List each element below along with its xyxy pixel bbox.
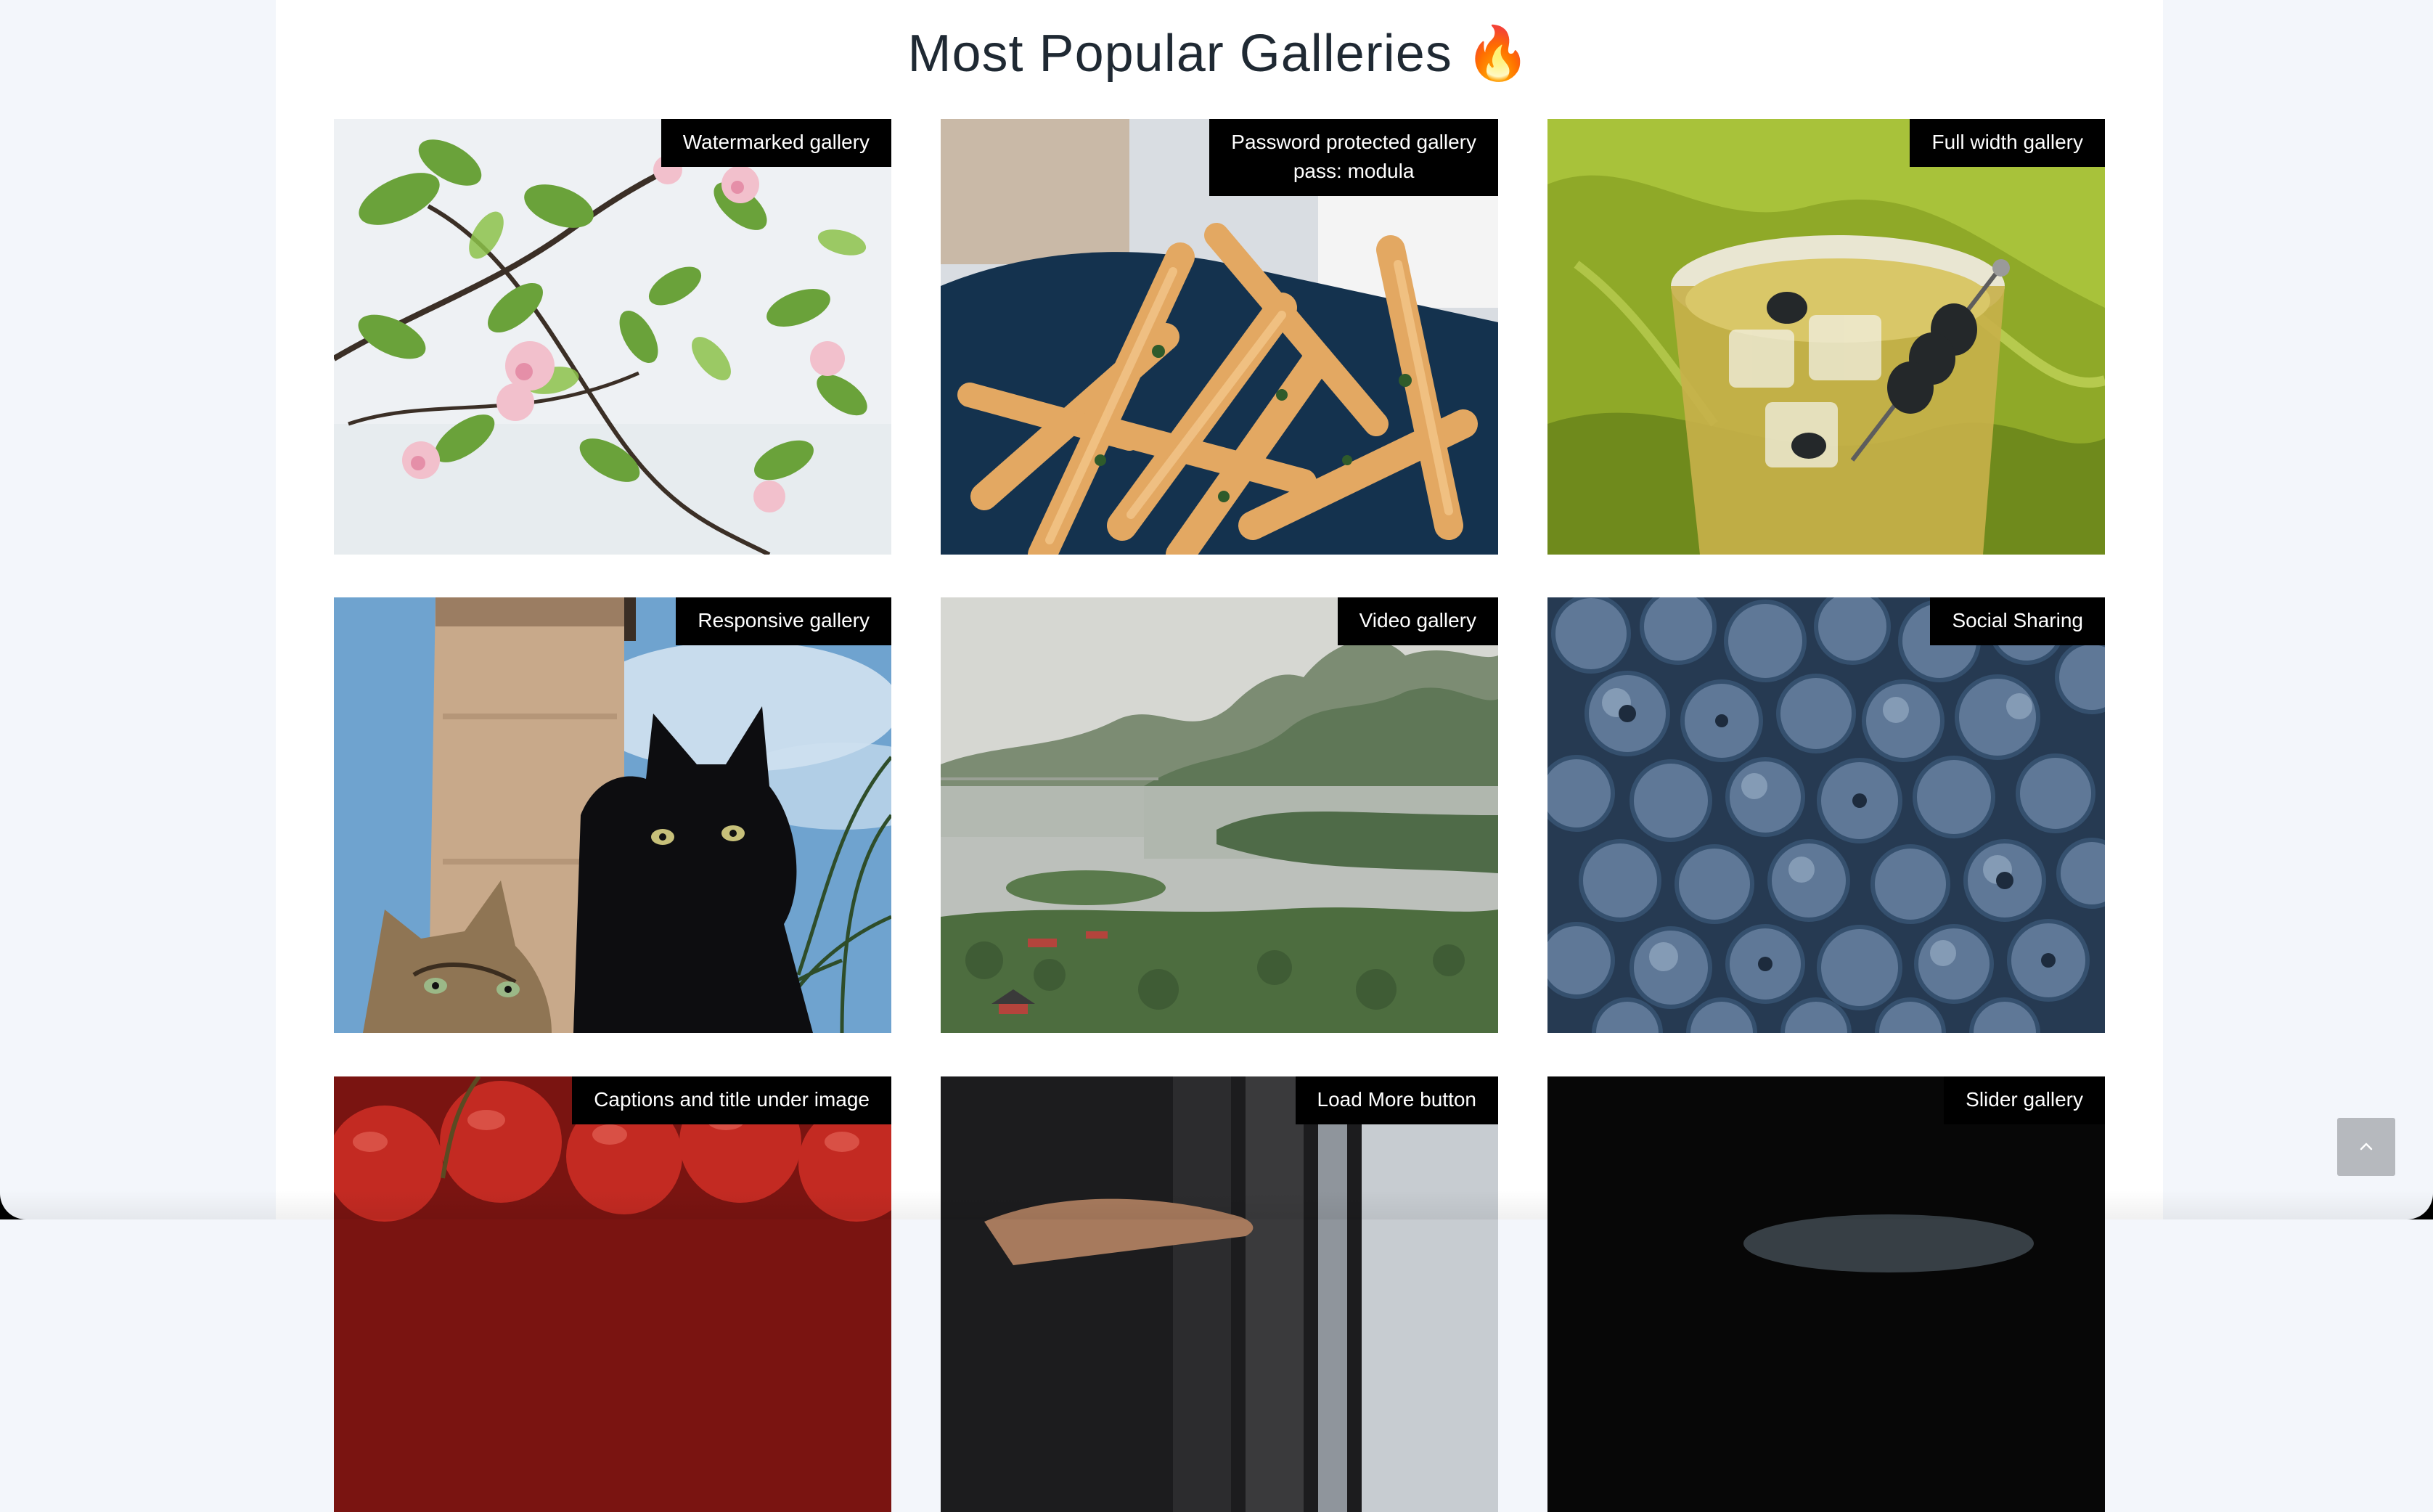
gallery-card-watermarked[interactable]: Watermarked gallery	[334, 119, 891, 555]
gallery-card-responsive[interactable]: Responsive gallery	[334, 597, 891, 1033]
gallery-card-password-protected[interactable]: Password protected gallery pass: modula	[941, 119, 1498, 555]
section-title: Most Popular Galleries 🔥	[276, 20, 2163, 87]
gallery-card-slider[interactable]: Slider gallery	[1547, 1076, 2105, 1512]
gallery-card-load-more[interactable]: Load More button	[941, 1076, 1498, 1512]
cherries-image	[334, 1076, 891, 1512]
back-to-top-button[interactable]	[2337, 1118, 2395, 1176]
gallery-card-social-sharing[interactable]: Social Sharing	[1547, 597, 2105, 1033]
page-background: Most Popular Galleries 🔥 Watermarked gal…	[0, 0, 2433, 1512]
cats-image	[334, 597, 891, 1033]
lake-landscape-image	[941, 597, 1498, 1033]
gallery-card-full-width[interactable]: Full width gallery	[1547, 119, 2105, 555]
content-panel: Most Popular Galleries 🔥 Watermarked gal…	[276, 0, 2163, 1512]
gallery-card-captions-title[interactable]: Captions and title under image	[334, 1076, 891, 1512]
window-corner-right	[2407, 1193, 2433, 1219]
gallery-tag[interactable]: Video gallery	[1337, 597, 1498, 645]
section-title-text: Most Popular Galleries	[907, 25, 1452, 83]
gallery-tag[interactable]: Captions and title under image	[572, 1076, 891, 1124]
blueberries-image	[1547, 597, 2105, 1033]
gallery-tag[interactable]: Slider gallery	[1944, 1076, 2105, 1124]
gallery-card-video[interactable]: Video gallery	[941, 597, 1498, 1033]
gallery-tag[interactable]: Load More button	[1295, 1076, 1498, 1124]
dark-image	[1547, 1076, 2105, 1512]
gallery-tag[interactable]: Full width gallery	[1910, 119, 2105, 167]
gallery-tag[interactable]: Password protected gallery pass: modula	[1209, 119, 1498, 196]
cocktail-image	[1547, 119, 2105, 555]
gallery-tag[interactable]: Social Sharing	[1930, 597, 2105, 645]
gallery-tag[interactable]: Responsive gallery	[676, 597, 891, 645]
gallery-tag[interactable]: Watermarked gallery	[661, 119, 891, 167]
chevron-up-icon	[2360, 1143, 2373, 1151]
hand-image	[941, 1076, 1498, 1512]
window-corner-left	[0, 1193, 26, 1219]
fire-emoji-icon: 🔥	[1465, 25, 1532, 83]
pink-blossom-image	[334, 119, 891, 555]
